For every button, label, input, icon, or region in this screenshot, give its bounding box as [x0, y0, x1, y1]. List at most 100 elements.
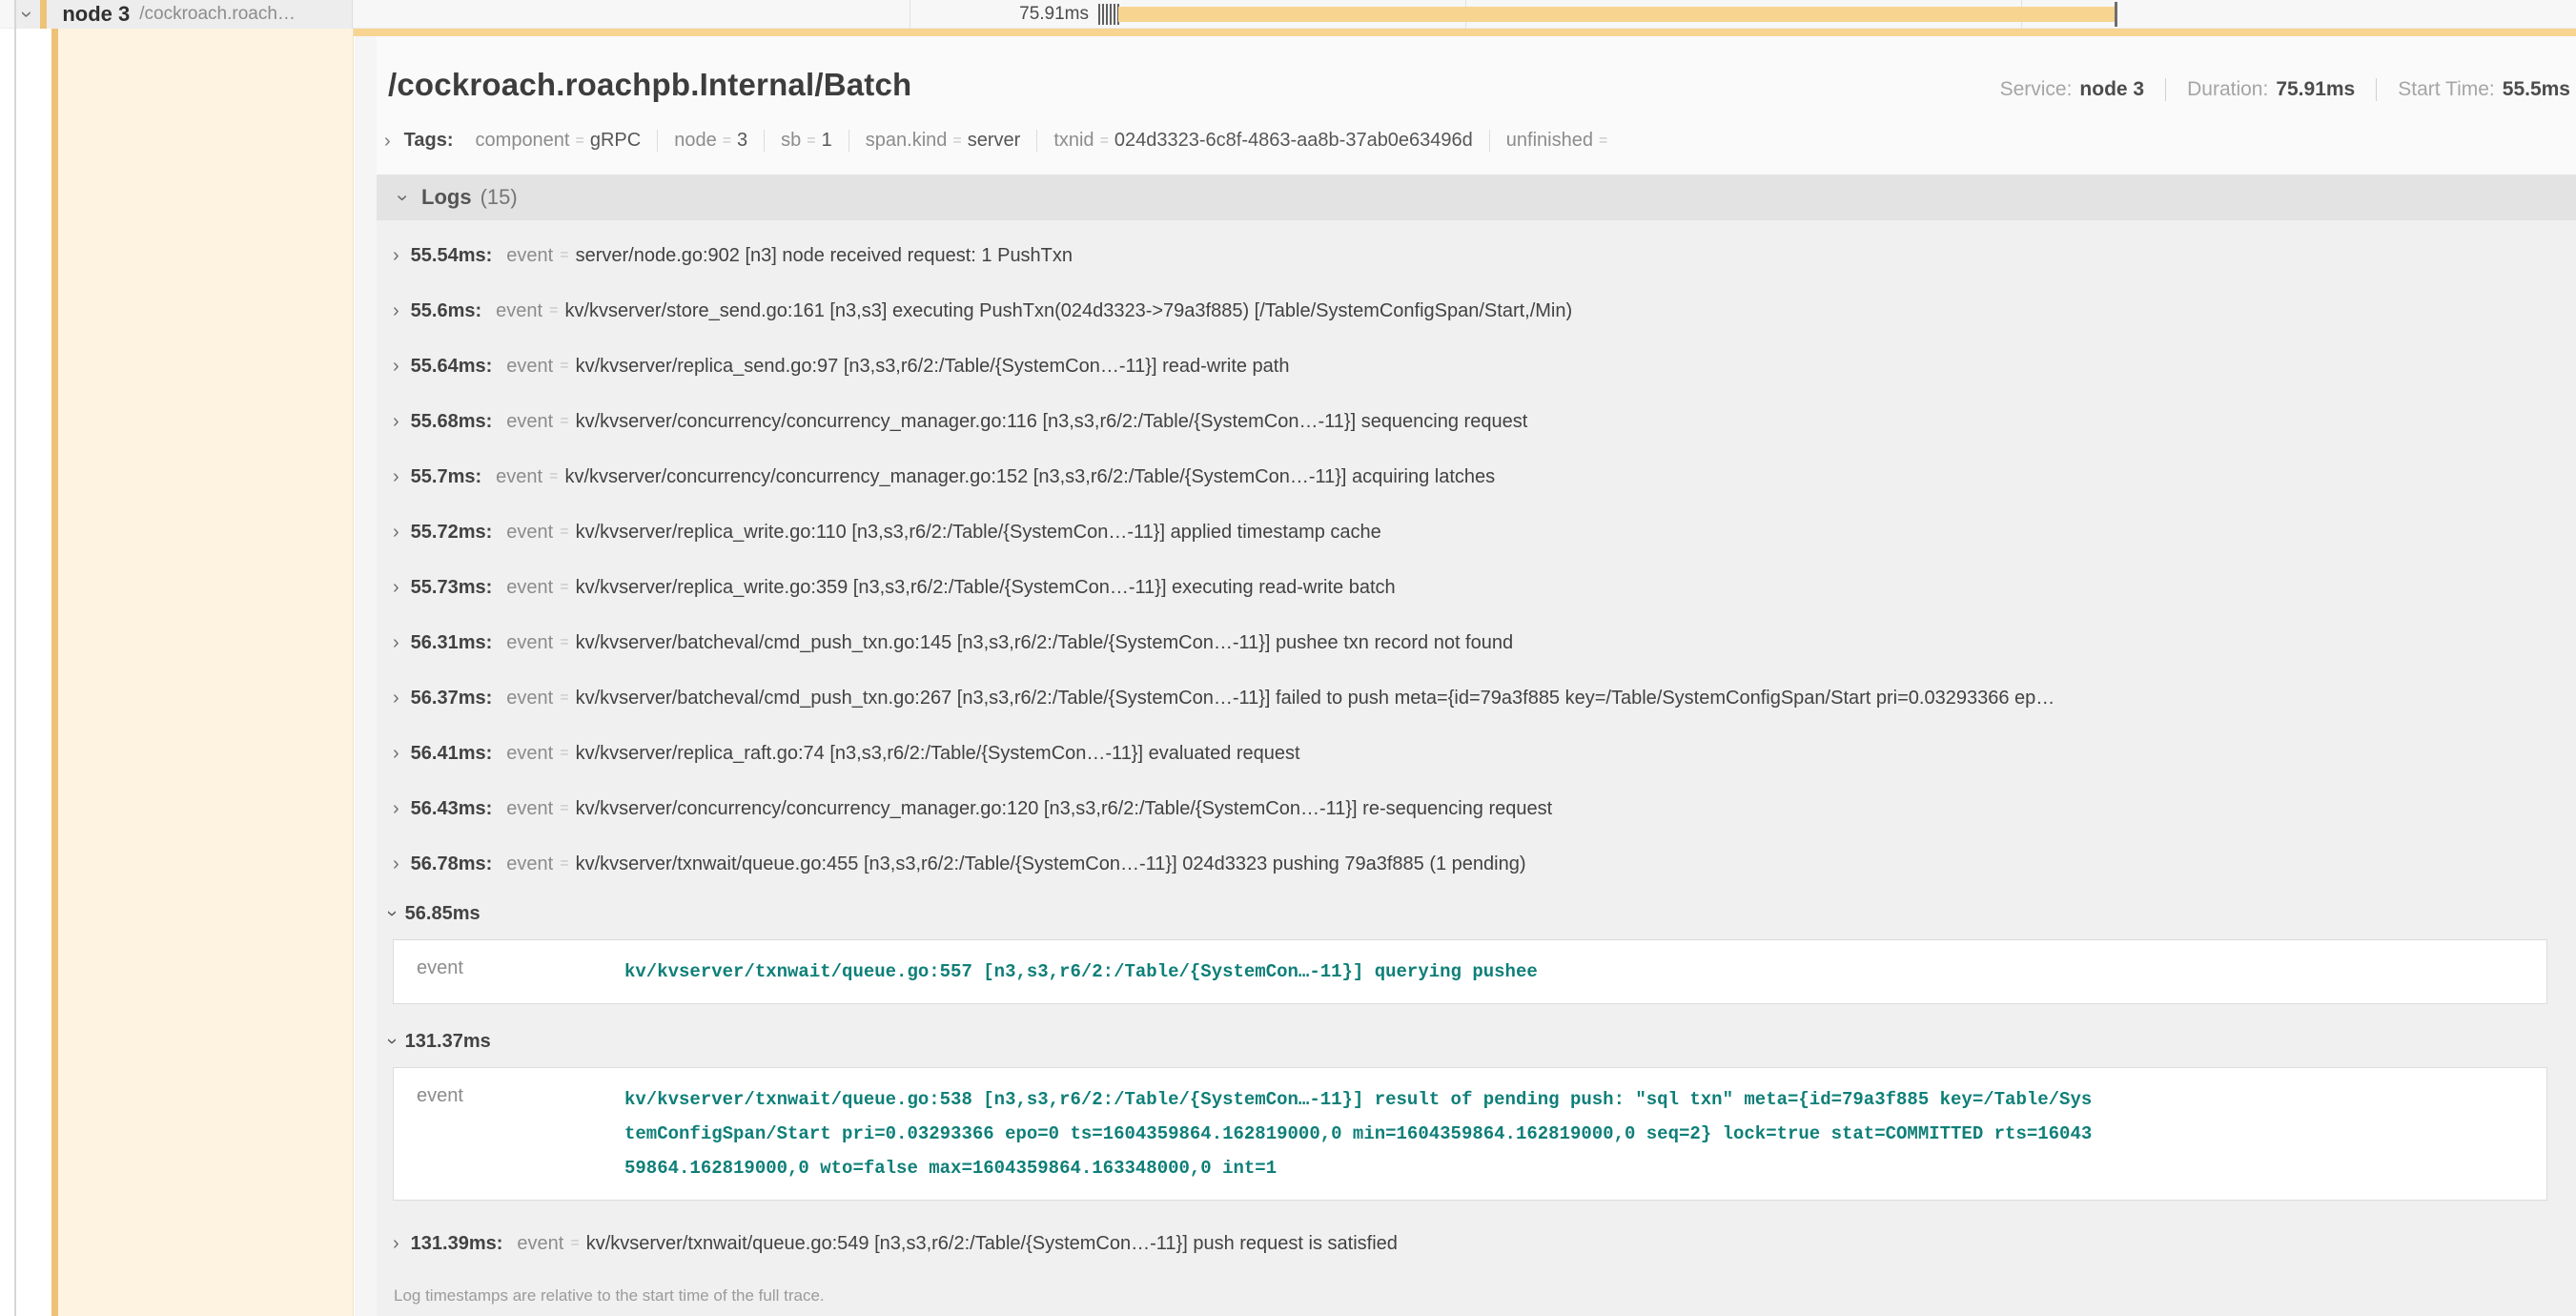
tag-chip[interactable]: component=gRPC: [460, 130, 658, 152]
equals-sign: =: [560, 745, 568, 762]
start-time-label: Start Time:: [2398, 78, 2495, 101]
chevron-right-icon: ›: [393, 523, 399, 542]
logs-footer-note: Log timestamps are relative to the start…: [377, 1271, 2576, 1316]
log-entry-row[interactable]: › 55.54ms: event = server/node.go:902 [n…: [377, 228, 2576, 283]
duration-label: Duration:: [2187, 78, 2268, 101]
selected-span-strip: [354, 29, 2576, 36]
log-entry-row[interactable]: › 131.39ms: event = kv/kvserver/txnwait/…: [377, 1216, 2576, 1271]
log-entry-row[interactable]: › 56.78ms: event = kv/kvserver/txnwait/q…: [377, 836, 2576, 892]
log-message: kv/kvserver/replica_write.go:359 [n3,s3,…: [576, 577, 1396, 599]
span-name-cell[interactable]: › node 3 /cockroach.roach…: [16, 0, 353, 29]
log-timestamp: 131.37ms: [405, 1031, 491, 1053]
log-entry-row[interactable]: › 56.31ms: event = kv/kvserver/batcheval…: [377, 615, 2576, 670]
log-message: kv/kvserver/txnwait/queue.go:455 [n3,s3,…: [576, 853, 1526, 875]
column-resizer[interactable]: [14, 0, 16, 1316]
chevron-right-icon: ›: [393, 412, 399, 431]
equals-sign: =: [570, 1235, 579, 1252]
span-duration-bar[interactable]: [1118, 7, 2116, 22]
service-label: Service:: [2000, 78, 2073, 101]
chevron-right-icon: ›: [393, 467, 399, 486]
log-entry-row[interactable]: › 56.41ms: event = kv/kvserver/replica_r…: [377, 726, 2576, 781]
log-marker-end: [2115, 2, 2117, 27]
tag-key: unfinished: [1506, 130, 1593, 152]
tag-value: 3: [737, 130, 747, 152]
log-entry-row[interactable]: › 55.72ms: event = kv/kvserver/replica_w…: [377, 504, 2576, 560]
tag-chip[interactable]: txnid=024d3323-6c8f-4863-aa8b-37ab0e6349…: [1036, 130, 1488, 152]
chevron-right-icon: ›: [393, 1234, 399, 1253]
log-message: kv/kvserver/replica_send.go:97 [n3,s3,r6…: [576, 356, 1290, 378]
log-entry-row[interactable]: › 55.68ms: event = kv/kvserver/concurren…: [377, 394, 2576, 449]
equals-sign: =: [560, 855, 568, 873]
log-field-key: event: [506, 632, 553, 654]
log-timestamp: 56.85ms: [405, 903, 480, 925]
equals-sign: =: [560, 634, 568, 651]
log-timestamp: 55.7ms:: [411, 466, 482, 488]
equals-sign: =: [549, 468, 558, 485]
log-value-line: 59864.162819000,0 wto=false max=16043598…: [624, 1151, 2092, 1185]
span-duration-label: 75.91ms: [354, 0, 1089, 29]
tag-key: txnid: [1053, 130, 1094, 152]
log-field-key: event: [506, 743, 553, 765]
log-field-key: event: [496, 300, 542, 322]
log-field-value[interactable]: kv/kvserver/txnwait/queue.go:557 [n3,s3,…: [624, 955, 1538, 989]
divider: [2165, 78, 2166, 101]
chevron-right-icon: ›: [393, 854, 399, 874]
chevron-down-icon: ›: [393, 195, 413, 201]
tag-key: span.kind: [866, 130, 948, 152]
log-timestamp: 56.31ms:: [411, 632, 493, 654]
logs-accordian: › Logs (15) › 55.54ms: event = server/no…: [377, 175, 2576, 1316]
log-entry-row[interactable]: › 55.7ms: event = kv/kvserver/concurrenc…: [377, 449, 2576, 504]
log-field-key: event: [506, 356, 553, 378]
span-timeline[interactable]: 75.91ms: [354, 0, 2576, 29]
span-row: › node 3 /cockroach.roach… 75.91ms: [0, 0, 2576, 29]
logs-list: › 55.54ms: event = server/node.go:902 [n…: [377, 220, 2576, 1271]
equals-sign: =: [723, 133, 731, 150]
log-field-key: event: [506, 798, 553, 820]
equals-sign: =: [1100, 133, 1109, 150]
span-overview: Service: node 3 Duration: 75.91ms Start …: [2000, 78, 2570, 101]
equals-sign: =: [549, 302, 558, 319]
log-field-value[interactable]: kv/kvserver/txnwait/queue.go:538 [n3,s3,…: [624, 1082, 2092, 1185]
tag-chip[interactable]: sb=1: [764, 130, 848, 152]
log-field-key: event: [517, 1233, 563, 1255]
log-entry-row[interactable]: › 55.73ms: event = kv/kvserver/replica_w…: [377, 560, 2576, 615]
tag-chip[interactable]: node=3: [657, 130, 764, 152]
duration-value: 75.91ms: [2276, 78, 2355, 101]
tag-value: 1: [822, 130, 832, 152]
tag-chip[interactable]: span.kind=server: [848, 130, 1037, 152]
chevron-right-icon: ›: [393, 689, 399, 708]
log-field-key: event: [496, 466, 542, 488]
log-entry-row[interactable]: › 56.43ms: event = kv/kvserver/concurren…: [377, 781, 2576, 836]
tags-accordian[interactable]: › Tags: component=gRPC node=3 sb=1 span.…: [384, 130, 2576, 152]
log-timestamp: 55.54ms:: [411, 245, 493, 267]
log-message: server/node.go:902 [n3] node received re…: [576, 245, 1073, 267]
log-fields-table: event kv/kvserver/txnwait/queue.go:557 […: [393, 939, 2547, 1004]
chevron-right-icon: ›: [393, 357, 399, 376]
log-message: kv/kvserver/concurrency/concurrency_mana…: [576, 798, 1553, 820]
log-timestamp: 55.64ms:: [411, 356, 493, 378]
log-message: kv/kvserver/concurrency/concurrency_mana…: [576, 411, 1528, 433]
log-message: kv/kvserver/store_send.go:161 [n3,s3] ex…: [564, 300, 1572, 322]
log-entry-row[interactable]: › 55.64ms: event = kv/kvserver/replica_s…: [377, 339, 2576, 394]
span-title: /cockroach.roachpb.Internal/Batch: [388, 67, 911, 103]
tag-chip[interactable]: unfinished=: [1489, 130, 1630, 152]
log-entry-row[interactable]: › 56.37ms: event = kv/kvserver/batcheval…: [377, 670, 2576, 726]
log-timestamp: 56.37ms:: [411, 688, 493, 709]
log-field-key: event: [506, 577, 553, 599]
log-timestamp: 55.73ms:: [411, 577, 493, 599]
log-entry-header[interactable]: › 131.37ms: [377, 1019, 2576, 1063]
log-entry-row[interactable]: › 55.6ms: event = kv/kvserver/store_send…: [377, 283, 2576, 339]
span-detail-panel: /cockroach.roachpb.Internal/Batch Servic…: [377, 36, 2576, 1316]
logs-header[interactable]: › Logs (15): [377, 175, 2576, 220]
log-field-key: event: [506, 688, 553, 709]
log-entry-header[interactable]: › 56.85ms: [377, 892, 2576, 936]
equals-sign: =: [576, 133, 584, 150]
logs-title: Logs: [421, 185, 472, 210]
chevron-down-icon[interactable]: ›: [17, 10, 38, 17]
selected-row-accent: [51, 29, 58, 1316]
start-time-value: 55.5ms: [2503, 78, 2570, 101]
chevron-down-icon: ›: [382, 911, 401, 917]
log-field-key: event: [506, 245, 553, 267]
divider: [2376, 78, 2377, 101]
tags-label: Tags:: [404, 130, 454, 152]
